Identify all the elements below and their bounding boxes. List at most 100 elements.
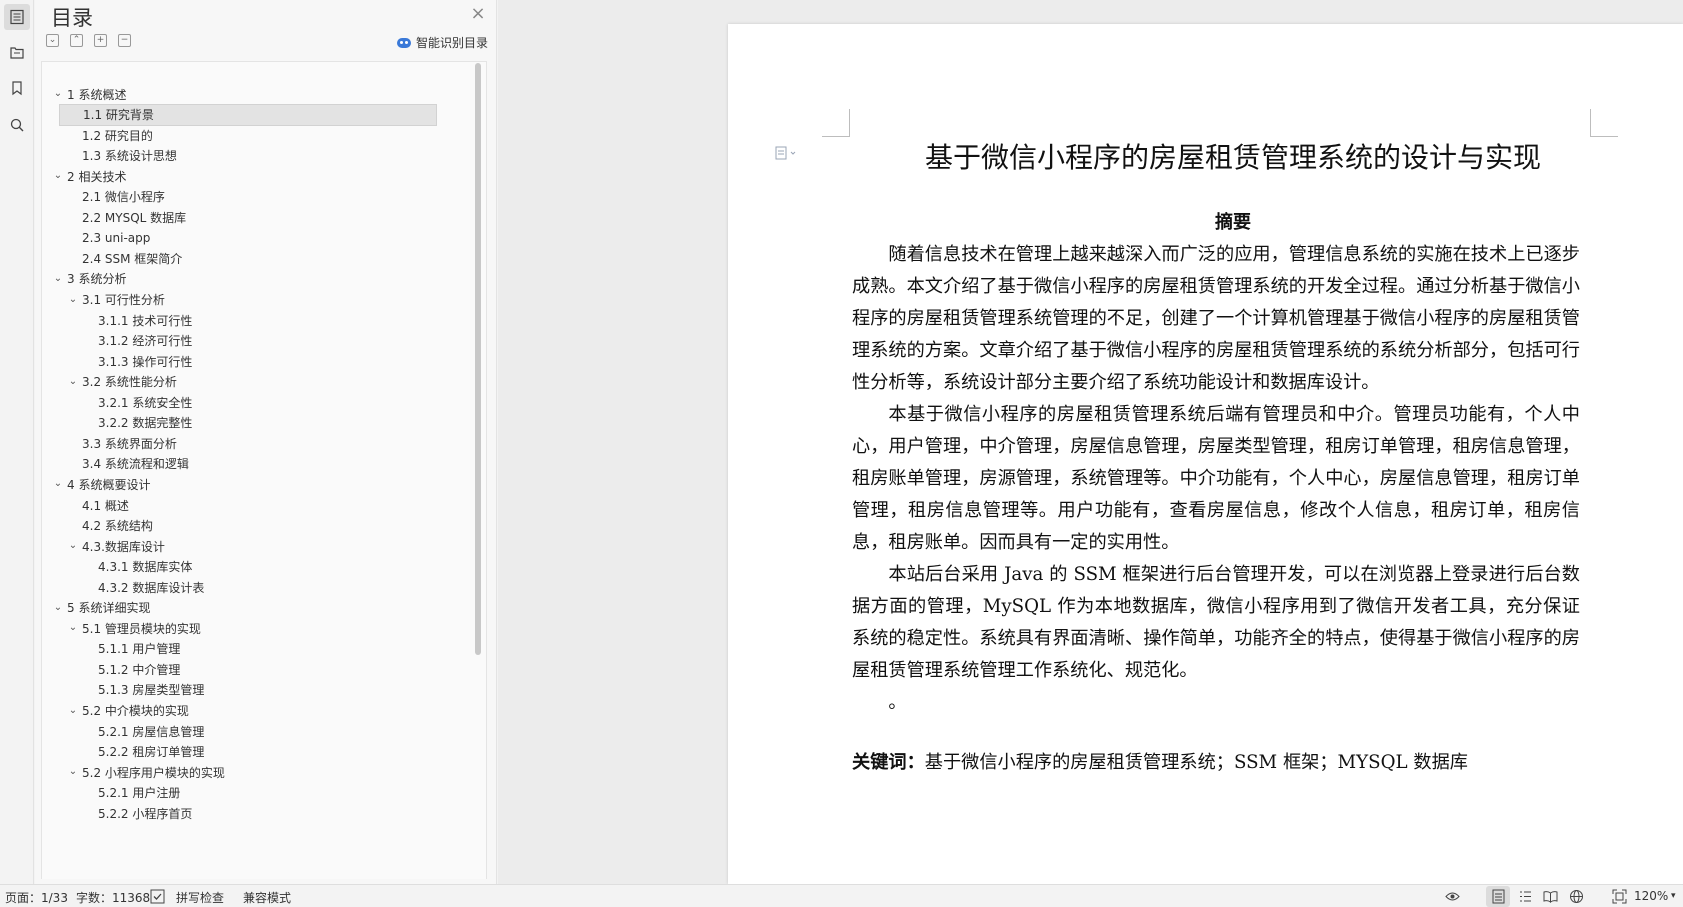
toc-item-label: 5.2.1 用户注册: [98, 786, 181, 801]
toc-item[interactable]: ⌄ 5.2 中介模块的实现: [42, 700, 189, 722]
chevron-down-icon[interactable]: ⌄: [67, 766, 79, 778]
abstract-body: 随着信息技术在管理上越来越深入而广泛的应用，管理信息系统的实施在技术上已逐步成熟…: [852, 239, 1580, 719]
chevron-down-icon[interactable]: ⌄: [52, 273, 64, 285]
outline-view-icon[interactable]: [1518, 889, 1533, 904]
toc-item-label: 5.2 中介模块的实现: [82, 704, 189, 718]
toc-item[interactable]: 5.2.1 房屋信息管理: [42, 720, 204, 742]
toc-item[interactable]: 5.1.2 中介管理: [42, 658, 180, 680]
toc-title: 目录: [51, 6, 93, 30]
toc-item-label: 4.2 系统结构: [82, 519, 153, 534]
toc-item-label: 5.2.2 租房订单管理: [98, 745, 205, 760]
toc-item-label: 5.2 小程序用户模块的实现: [82, 765, 225, 780]
toc-item[interactable]: 4.2 系统结构: [42, 515, 153, 537]
paragraph-menu-icon[interactable]: [774, 146, 804, 160]
toc-item[interactable]: 3.1.1 技术可行性: [42, 309, 192, 331]
add-heading-icon[interactable]: +: [94, 34, 107, 47]
expand-all-icon[interactable]: ⌄: [46, 34, 59, 47]
toc-item[interactable]: ⌄ 3.1 可行性分析: [42, 289, 165, 311]
toc-item[interactable]: 4.3.2 数据库设计表: [42, 576, 204, 598]
toc-item[interactable]: 2.4 SSM 框架简介: [42, 247, 182, 269]
remove-heading-icon[interactable]: −: [118, 34, 131, 47]
toc-item[interactable]: 5.2.2 租房订单管理: [42, 741, 204, 763]
zoom-dropdown-icon[interactable]: ▾: [1671, 891, 1676, 901]
toc-item[interactable]: 2.2 MYSQL 数据库: [42, 206, 186, 228]
navigation-icon[interactable]: [4, 39, 30, 65]
toc-item[interactable]: 5.1.3 房屋类型管理: [42, 679, 204, 701]
abstract-paragraph: 随着信息技术在管理上越来越深入而广泛的应用，管理信息系统的实施在技术上已逐步成熟…: [852, 244, 1580, 393]
web-view-icon[interactable]: [1569, 889, 1584, 904]
toc-icon[interactable]: [4, 4, 30, 30]
toc-item[interactable]: ⌄ 5.1 管理员模块的实现: [42, 617, 201, 639]
page-view-icon[interactable]: [1491, 889, 1506, 904]
abstract-heading: 摘要: [1215, 212, 1251, 233]
toc-item[interactable]: 4.3.1 数据库实体: [42, 556, 192, 578]
reading-view-icon[interactable]: [1543, 889, 1558, 904]
toc-item[interactable]: 5.2.2 小程序首页: [42, 802, 192, 824]
chevron-down-icon[interactable]: ⌄: [67, 294, 79, 306]
toc-item[interactable]: 3.3 系统界面分析: [42, 432, 177, 454]
keywords-line: 关键词：基于微信小程序的房屋租赁管理系统；SSM 框架；MYSQL 数据库: [852, 748, 1468, 774]
collapse-all-icon[interactable]: ⌃: [70, 34, 83, 47]
margin-corner-top-left: [822, 109, 850, 137]
page-indicator[interactable]: 页面：1/33: [5, 889, 68, 906]
toc-item-label: 5.2.2 小程序首页: [98, 806, 193, 821]
toc-item[interactable]: 2.1 微信小程序: [42, 186, 165, 208]
toc-item[interactable]: 2.3 uni-app: [42, 227, 150, 249]
spellcheck-icon[interactable]: [150, 889, 165, 904]
chevron-down-icon[interactable]: ⌄: [52, 170, 64, 182]
toc-item[interactable]: 3.2.2 数据完整性: [42, 412, 192, 434]
document-page: 基于微信小程序的房屋租赁管理系统的设计与实现 摘要 随着信息技术在管理上越来越深…: [728, 24, 1683, 884]
zoom-level[interactable]: 120%: [1634, 889, 1668, 903]
margin-corner-top-right: [1590, 109, 1618, 137]
chevron-down-icon[interactable]: ⌄: [52, 602, 64, 614]
toc-item[interactable]: 1.3 系统设计思想: [42, 145, 177, 167]
chevron-down-icon[interactable]: ⌄: [52, 88, 64, 100]
abstract-paragraph: 本站后台采用 Java 的 SSM 框架进行后台管理开发，可以在浏览器上登录进行…: [852, 564, 1580, 681]
status-bar: 页面：1/33 字数：11368 拼写检查 兼容模式 120% ▾: [0, 884, 1683, 907]
toc-item[interactable]: 5.2.1 用户注册: [42, 782, 180, 804]
document-title: 基于微信小程序的房屋租赁管理系统的设计与实现: [924, 141, 1541, 174]
chevron-down-icon[interactable]: ⌄: [67, 540, 79, 552]
toc-item[interactable]: ⌄ 4.3.数据库设计: [42, 535, 165, 557]
chevron-down-icon[interactable]: ⌄: [67, 705, 79, 717]
toc-scrollbar[interactable]: [475, 63, 481, 655]
spellcheck-label[interactable]: 拼写检查: [176, 889, 224, 906]
toc-item-label: 3.1 可行性分析: [82, 293, 165, 307]
toc-item[interactable]: 1.1 研究背景: [59, 103, 437, 126]
toc-item[interactable]: 1.2 研究目的: [42, 124, 153, 146]
toc-item[interactable]: 3.1.2 经济可行性: [42, 330, 192, 352]
ai-icon: [396, 37, 411, 48]
keywords-text: 基于微信小程序的房屋租赁管理系统；SSM 框架；MYSQL 数据库: [924, 752, 1468, 773]
toc-item[interactable]: ⌄ 3 系统分析: [42, 268, 127, 290]
chevron-down-icon[interactable]: ⌄: [67, 622, 79, 634]
toc-item-label: 4 系统概要设计: [67, 477, 151, 492]
toc-item-label: 3.1.1 技术可行性: [98, 313, 193, 328]
toc-item-label: 5.1.1 用户管理: [98, 642, 181, 657]
toc-item[interactable]: ⌄ 5.2 小程序用户模块的实现: [42, 761, 225, 783]
toc-list: ⌄ 1 系统概述 1.1 研究背景 1.2 研究目的 1.3 系统设计思想 ⌄ 2 相关技术…: [41, 61, 487, 879]
close-icon[interactable]: ×: [468, 4, 488, 24]
toc-item[interactable]: ⌄ 5 系统详细实现: [42, 597, 151, 619]
bookmark-icon[interactable]: [4, 75, 30, 101]
toc-item[interactable]: 3.4 系统流程和逻辑: [42, 453, 189, 475]
search-icon[interactable]: [4, 112, 30, 138]
chevron-down-icon[interactable]: ⌄: [67, 376, 79, 388]
smart-toc-button[interactable]: 智能识别目录: [396, 34, 488, 51]
toc-item[interactable]: 3.2.1 系统安全性: [42, 391, 192, 413]
toc-toolbar: ⌄ ⌃ + −: [46, 34, 131, 47]
toc-item[interactable]: 4.1 概述: [42, 494, 129, 516]
toc-item-label: 1.3 系统设计思想: [82, 149, 177, 164]
toc-item[interactable]: ⌄ 2 相关技术: [42, 165, 127, 187]
eye-protection-icon[interactable]: [1445, 889, 1460, 904]
toc-item[interactable]: ⌄ 4 系统概要设计: [42, 473, 151, 495]
toc-item[interactable]: 5.1.1 用户管理: [42, 638, 180, 660]
word-count[interactable]: 字数：11368: [76, 889, 150, 906]
toc-item[interactable]: ⌄ 3.2 系统性能分析: [42, 371, 177, 393]
smart-toc-label: 智能识别目录: [415, 36, 488, 50]
chevron-down-icon[interactable]: ⌄: [52, 478, 64, 490]
toc-item[interactable]: 3.1.3 操作可行性: [42, 350, 192, 372]
toc-item-label: 1.2 研究目的: [82, 128, 153, 143]
fit-page-icon[interactable]: [1612, 889, 1627, 904]
toc-item[interactable]: ⌄ 1 系统概述: [42, 83, 127, 105]
toc-item-label: 3.1.3 操作可行性: [98, 354, 193, 369]
